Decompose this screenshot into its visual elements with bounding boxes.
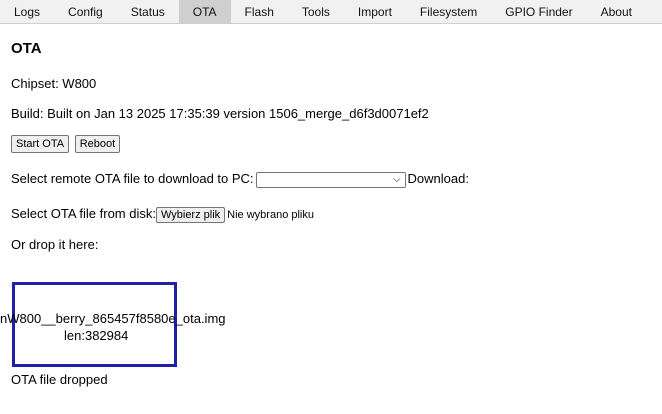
action-buttons: Start OTA Reboot	[11, 135, 122, 153]
status-text: OTA file dropped	[11, 372, 108, 387]
disk-ota-row: Select OTA file from disk: Wybierz plik Ni…	[11, 206, 314, 223]
choose-file-button[interactable]: Wybierz plik	[155, 206, 226, 223]
tab-status[interactable]: Status	[117, 0, 179, 23]
tab-import[interactable]: Import	[344, 0, 406, 23]
chevron-down-icon: ⌵	[392, 173, 401, 185]
tab-logs[interactable]: Logs	[0, 0, 54, 23]
tab-config[interactable]: Config	[54, 0, 117, 23]
start-ota-button[interactable]: Start OTA	[11, 135, 70, 153]
page-title: OTA	[11, 40, 42, 57]
dropped-file-length: len:382984	[64, 328, 129, 343]
tab-flash[interactable]: Flash	[231, 0, 288, 23]
tab-bar: Logs Config Status OTA Flash Tools Impor…	[0, 0, 662, 24]
build-info: Build: Built on Jan 13 2025 17:35:39 ver…	[11, 106, 429, 121]
download-label: Download:	[407, 171, 469, 186]
tab-filesystem[interactable]: Filesystem	[406, 0, 491, 23]
reboot-button[interactable]: Reboot	[74, 135, 121, 153]
dropped-file-name: nW800__berry_865457f8580e_ota.img	[0, 311, 226, 326]
tab-tools[interactable]: Tools	[288, 0, 344, 23]
no-file-label: Nie wybrano pliku	[227, 208, 314, 221]
remote-select-label: Select remote OTA file to download to PC…	[11, 171, 254, 186]
tab-gpio-finder[interactable]: GPIO Finder	[491, 0, 586, 23]
tab-ota[interactable]: OTA	[178, 0, 231, 23]
remote-ota-select[interactable]: ⌵	[255, 171, 406, 188]
disk-select-label: Select OTA file from disk:	[11, 206, 156, 221]
remote-ota-row: Select remote OTA file to download to PC…	[11, 171, 469, 188]
chipset-info: Chipset: W800	[11, 76, 97, 91]
drop-label: Or drop it here:	[11, 237, 99, 252]
tab-about[interactable]: About	[587, 0, 646, 23]
